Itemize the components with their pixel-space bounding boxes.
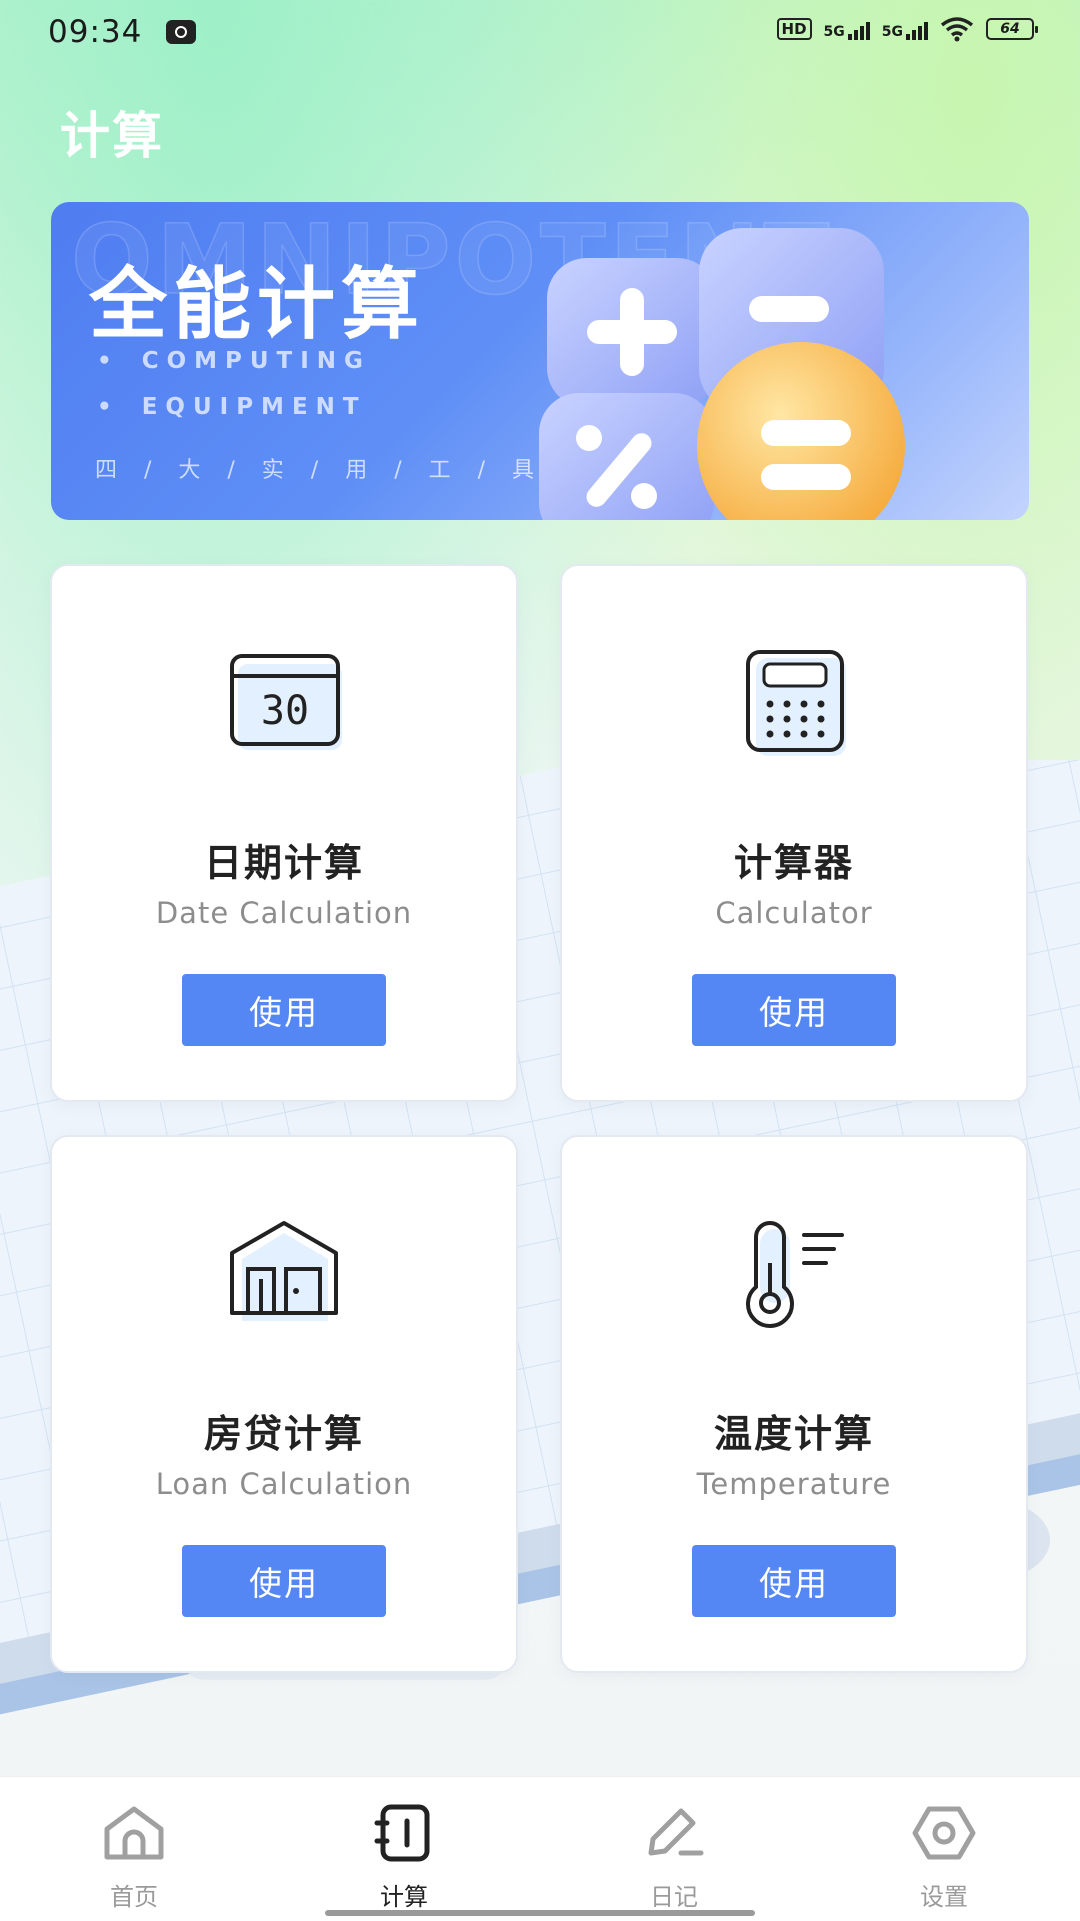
- battery-icon: 64: [986, 18, 1038, 40]
- status-time: 09:34: [48, 14, 143, 50]
- nav-item-calculate[interactable]: 计算: [304, 1777, 504, 1921]
- calendar-number: 30: [261, 688, 309, 734]
- card-title: 温度计算: [713, 1412, 874, 1456]
- home-icon: [104, 1806, 164, 1860]
- calculator-icon: [746, 650, 846, 756]
- status-indicators: HD 5G 5G 64: [776, 16, 1038, 42]
- wifi-icon: [940, 17, 974, 42]
- signal-5g-2: 5G: [882, 18, 928, 40]
- nav-item-home[interactable]: 首页: [34, 1777, 234, 1921]
- card-subtitle: Date Calculation: [155, 896, 413, 930]
- thermometer-icon: [746, 1221, 844, 1328]
- banner-title: 全能计算: [89, 260, 426, 350]
- calculator-3d-illustration: [539, 228, 905, 520]
- signal-bars-icon: [847, 18, 870, 40]
- pen-icon: [648, 1808, 704, 1856]
- hd-icon: HD: [776, 18, 812, 40]
- card-date-calculation[interactable]: 30 日期计算 Date Calculation 使用: [50, 564, 518, 1102]
- home-indicator[interactable]: [325, 1910, 755, 1916]
- signal-5g-1: 5G: [824, 18, 870, 40]
- use-button-temperature[interactable]: 使用: [692, 1545, 896, 1617]
- banner-subtitle-1: COMPUTING: [97, 348, 371, 374]
- card-loan-calculation[interactable]: 房贷计算 Loan Calculation 使用: [50, 1135, 518, 1673]
- notebook-icon: [374, 1804, 430, 1862]
- signal-bars-icon: [906, 18, 928, 40]
- card-calculator[interactable]: 计算器 Calculator 使用: [560, 564, 1028, 1102]
- status-bar: 09:34 HD 5G 5G 64: [0, 0, 1080, 70]
- use-button-calculator[interactable]: 使用: [692, 974, 896, 1046]
- nav-label: 首页: [110, 1883, 158, 1911]
- house-icon: [230, 1221, 338, 1321]
- bottom-navigation: 首页 计算 日记 设置: [0, 1776, 1080, 1921]
- nav-item-settings[interactable]: 设置: [844, 1777, 1044, 1921]
- nav-label: 日记: [650, 1883, 698, 1911]
- card-subtitle: Temperature: [696, 1467, 892, 1501]
- banner-tagline: 四 / 大 / 实 / 用 / 工 / 具: [95, 458, 544, 483]
- card-subtitle: Loan Calculation: [155, 1467, 413, 1501]
- promo-banner[interactable]: OMNIPOTENT 全能计算 COMPUTING EQUIPMENT 四 / …: [51, 202, 1029, 520]
- page-title: 计算: [60, 107, 164, 165]
- settings-icon: [912, 1806, 976, 1860]
- card-temperature[interactable]: 温度计算 Temperature 使用: [560, 1135, 1028, 1673]
- card-title: 房贷计算: [203, 1412, 364, 1456]
- use-button-loan[interactable]: 使用: [182, 1545, 386, 1617]
- use-button-date[interactable]: 使用: [182, 974, 386, 1046]
- nav-label: 设置: [920, 1883, 968, 1911]
- card-title: 计算器: [733, 841, 854, 885]
- calendar-icon: 30: [230, 654, 342, 750]
- card-title: 日期计算: [203, 841, 364, 885]
- nav-label: 计算: [380, 1883, 428, 1911]
- banner-subtitle-2: EQUIPMENT: [97, 394, 367, 420]
- card-subtitle: Calculator: [715, 896, 873, 930]
- nav-item-diary[interactable]: 日记: [574, 1777, 774, 1921]
- screen-record-icon: [166, 20, 196, 44]
